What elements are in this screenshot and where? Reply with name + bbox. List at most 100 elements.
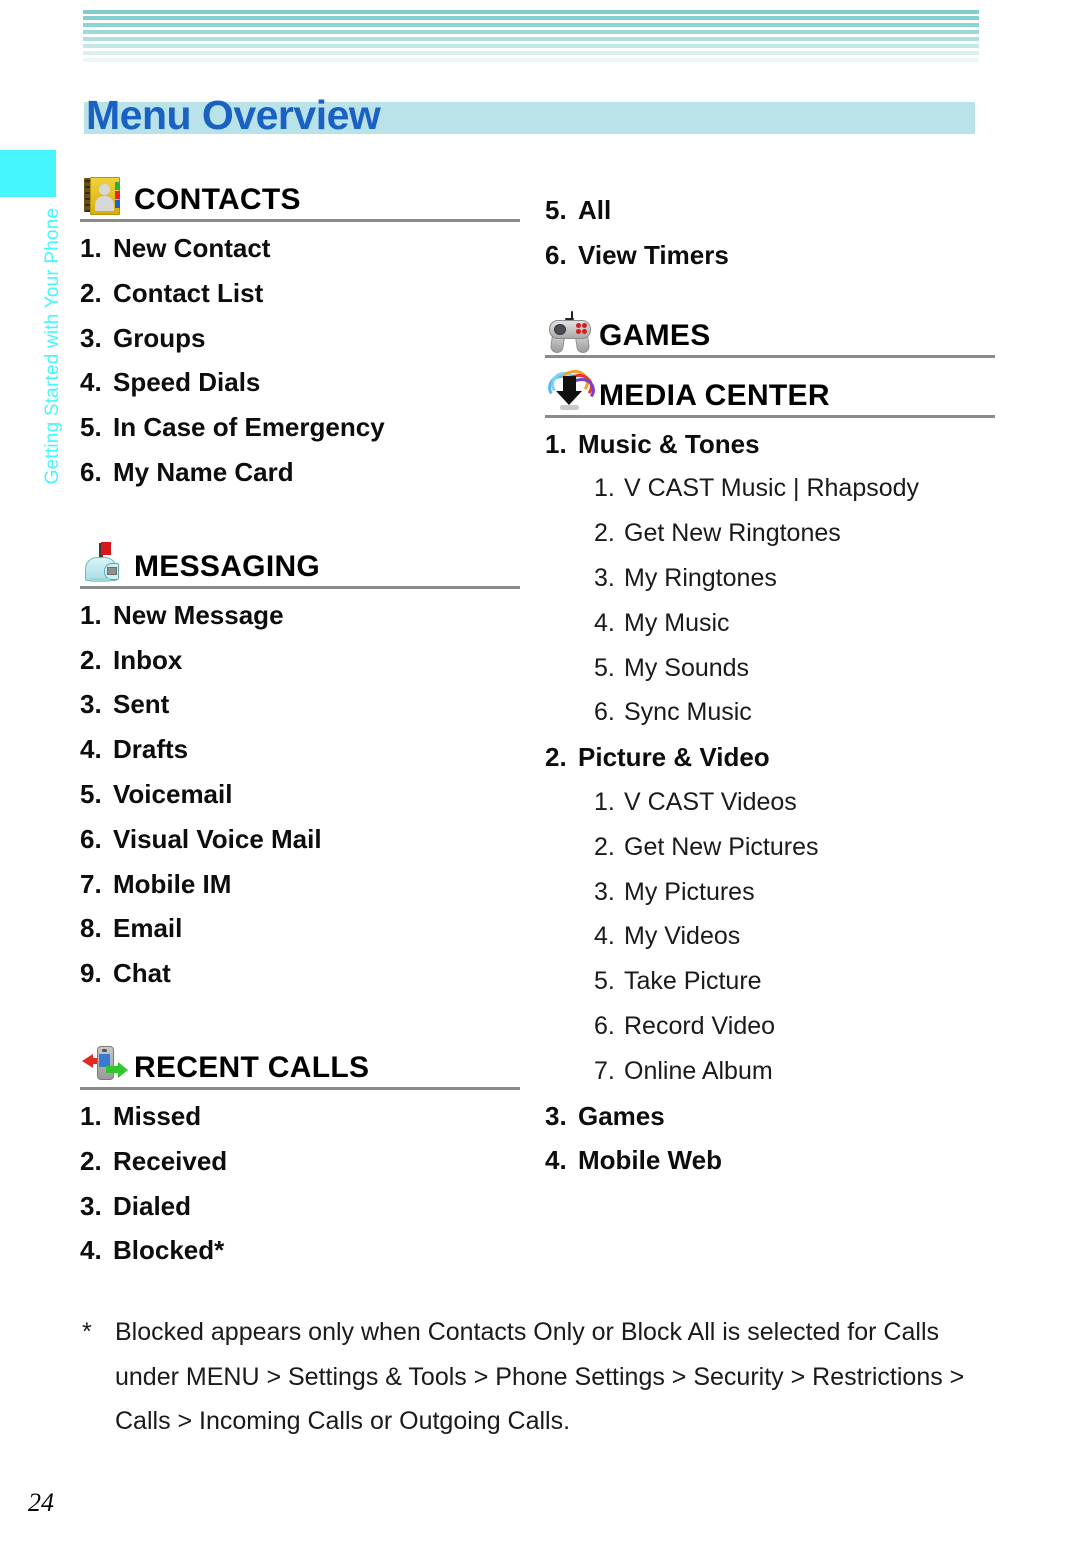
- menu-subitem[interactable]: 1. V CAST Music | Rhapsody: [545, 466, 995, 511]
- item-number: 6.: [594, 698, 615, 727]
- menu-item[interactable]: 5. In Case of Emergency: [80, 405, 520, 450]
- header-stripe: [83, 58, 979, 62]
- menu-item[interactable]: 8. Email: [80, 906, 520, 951]
- item-number: 4.: [80, 1235, 102, 1266]
- item-label: Voicemail: [113, 778, 233, 809]
- menu-item[interactable]: 3. Sent: [80, 682, 520, 727]
- item-number: 9.: [80, 958, 102, 989]
- item-number: 3.: [594, 563, 615, 592]
- menu-item[interactable]: 6. View Timers: [545, 233, 995, 278]
- item-label: V CAST Music | Rhapsody: [624, 474, 920, 503]
- menu-item[interactable]: 3. Groups: [80, 316, 520, 361]
- address-book-icon: [80, 174, 128, 218]
- menu-subitem[interactable]: 3. My Pictures: [545, 870, 995, 915]
- section-header-games: GAMES: [545, 306, 995, 358]
- item-number: 1.: [594, 787, 615, 816]
- item-number: 2.: [545, 742, 567, 773]
- menu-item[interactable]: 1. Missed: [80, 1094, 520, 1139]
- item-label: Sync Music: [624, 698, 752, 727]
- menu-item[interactable]: 9. Chat: [80, 951, 520, 996]
- menu-item[interactable]: 4. Drafts: [80, 727, 520, 772]
- menu-item[interactable]: 4. Blocked*: [80, 1228, 520, 1273]
- item-label: Blocked*: [113, 1235, 225, 1266]
- menu-item[interactable]: 2. Inbox: [80, 638, 520, 683]
- page-title: Menu Overview: [86, 92, 381, 138]
- menu-item[interactable]: 5. Voicemail: [80, 772, 520, 817]
- menu-subitem[interactable]: 3. My Ringtones: [545, 556, 995, 601]
- item-label: Visual Voice Mail: [113, 823, 322, 854]
- menu-item[interactable]: 3. Dialed: [80, 1184, 520, 1229]
- item-number: 4.: [594, 608, 615, 637]
- item-label: Mobile IM: [113, 868, 232, 899]
- menu-subitem[interactable]: 7. Online Album: [545, 1049, 995, 1094]
- item-number: 7.: [594, 1056, 615, 1085]
- item-label: My Music: [624, 608, 730, 637]
- item-number: 4.: [80, 734, 102, 765]
- menu-subitem[interactable]: 2. Get New Pictures: [545, 825, 995, 870]
- gamepad-icon: [545, 310, 593, 354]
- item-number: 2.: [594, 519, 615, 548]
- menu-subitem[interactable]: 6. Record Video: [545, 1004, 995, 1049]
- menu-item[interactable]: 2. Picture & Video: [545, 735, 995, 780]
- footnote: * Blocked appears only when Contacts Onl…: [82, 1310, 982, 1444]
- section-header-recent-calls: RECENT CALLS: [80, 1038, 520, 1090]
- item-number: 3.: [80, 1190, 102, 1221]
- menu-item[interactable]: 6. My Name Card: [80, 450, 520, 495]
- item-number: 5.: [80, 778, 102, 809]
- menu-subitem[interactable]: 1. V CAST Videos: [545, 780, 995, 825]
- menu-item[interactable]: 2. Received: [80, 1139, 520, 1184]
- footnote-text: Blocked appears only when Contacts Only …: [115, 1318, 965, 1435]
- menu-subitem[interactable]: 4. My Music: [545, 601, 995, 646]
- item-label: Picture & Video: [578, 742, 770, 773]
- item-label: Record Video: [624, 1011, 776, 1040]
- item-label: My Videos: [624, 922, 741, 951]
- section-title: GAMES: [599, 318, 711, 352]
- item-label: Contact List: [113, 277, 264, 308]
- menu-item[interactable]: 3. Games: [545, 1094, 995, 1139]
- footnote-marker: *: [82, 1318, 92, 1346]
- item-label: View Timers: [578, 239, 729, 270]
- phone-arrows-icon: [80, 1042, 128, 1086]
- item-number: 4.: [594, 922, 615, 951]
- download-arrow-icon: [545, 367, 597, 414]
- section-header-contacts: CONTACTS: [80, 170, 520, 222]
- item-label: Get New Ringtones: [624, 519, 841, 548]
- menu-item[interactable]: 4. Mobile Web: [545, 1138, 995, 1183]
- item-label: Online Album: [624, 1056, 773, 1085]
- menu-item[interactable]: 2. Contact List: [80, 271, 520, 316]
- item-number: 1.: [545, 428, 567, 459]
- menu-subitem[interactable]: 2. Get New Ringtones: [545, 511, 995, 556]
- header-stripes: [83, 10, 979, 72]
- item-label: New Contact: [113, 233, 271, 263]
- item-label: Groups: [113, 322, 206, 353]
- item-number: 3.: [594, 877, 615, 906]
- menu-item[interactable]: 7. Mobile IM: [80, 862, 520, 907]
- menu-item[interactable]: 6. Visual Voice Mail: [80, 817, 520, 862]
- item-number: 5.: [80, 412, 102, 443]
- item-label: New Message: [113, 599, 284, 630]
- menu-item[interactable]: 1. New Message: [80, 593, 520, 638]
- item-number: 6.: [594, 1011, 615, 1040]
- item-label: Missed: [113, 1100, 202, 1131]
- menu-item[interactable]: 1. New Contact: [80, 226, 520, 271]
- item-label: Email: [113, 913, 183, 944]
- item-number: 8.: [80, 913, 102, 944]
- menu-item[interactable]: 5. All: [545, 188, 995, 233]
- item-number: 5.: [594, 653, 615, 682]
- menu-item[interactable]: 1. Music & Tones: [545, 422, 995, 467]
- item-label: Inbox: [113, 644, 183, 675]
- menu-subitem[interactable]: 4. My Videos: [545, 914, 995, 959]
- item-label: In Case of Emergency: [113, 412, 385, 443]
- page-number: 24: [28, 1488, 54, 1517]
- menu-subitem[interactable]: 5. My Sounds: [545, 646, 995, 691]
- item-label: Chat: [113, 958, 171, 989]
- menu-subitem[interactable]: 6. Sync Music: [545, 690, 995, 735]
- menu-subitem[interactable]: 5. Take Picture: [545, 959, 995, 1004]
- section-title: MEDIA CENTER: [599, 378, 830, 412]
- menu-item[interactable]: 4. Speed Dials: [80, 360, 520, 405]
- chapter-tab-marker: [0, 150, 56, 197]
